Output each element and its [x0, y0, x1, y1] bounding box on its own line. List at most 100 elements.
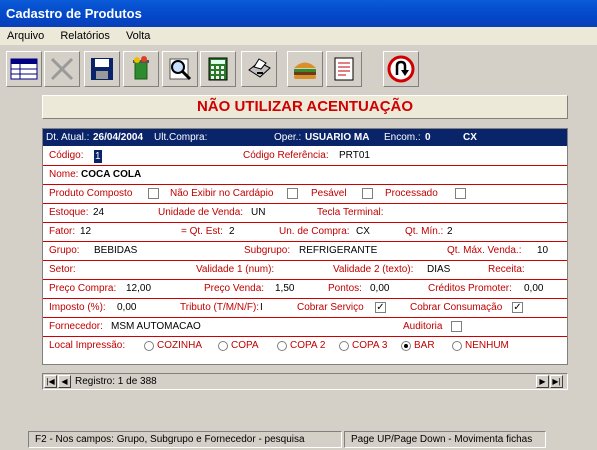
preco-compra-input[interactable]: 12,00	[126, 280, 151, 298]
first-record-button[interactable]: |◀	[44, 375, 57, 388]
unidade-venda-input[interactable]: UN	[251, 204, 265, 222]
produto-composto-checkbox[interactable]	[148, 188, 159, 199]
menu-volta[interactable]: Volta	[126, 30, 150, 42]
table-button[interactable]	[6, 51, 42, 87]
radio-copa2[interactable]	[277, 341, 287, 351]
window-title: Cadastro de Produtos	[0, 0, 597, 27]
fornecedor-input[interactable]: MSM AUTOMACAO	[111, 318, 201, 336]
subgrupo-input[interactable]: REFRIGERANTE	[299, 242, 377, 260]
pesavel-checkbox[interactable]	[362, 188, 373, 199]
record-counter: Registro: 1 de 388	[75, 376, 157, 387]
radio-nenhum-label[interactable]: NENHUM	[465, 337, 509, 355]
calculator-icon	[208, 57, 228, 81]
qt-min-input[interactable]: 2	[447, 223, 453, 241]
warning-banner: NÃO UTILIZAR ACENTUAÇÃO	[42, 95, 568, 119]
tecla-terminal-label: Tecla Terminal:	[317, 207, 384, 218]
cobrar-consumacao-label: Cobrar Consumação	[410, 302, 503, 313]
prev-record-button[interactable]: ◀	[58, 375, 71, 388]
print-button[interactable]	[241, 51, 277, 87]
validade2-input[interactable]: DIAS	[427, 261, 450, 279]
dt-atual-label: Dt. Atual.:	[46, 132, 90, 143]
radio-copa2-label[interactable]: COPA 2	[290, 337, 325, 355]
nome-input[interactable]: COCA COLA	[81, 166, 141, 184]
next-record-button[interactable]: ▶	[536, 375, 549, 388]
radio-copa[interactable]	[218, 341, 228, 351]
codigo-input[interactable]: 1	[94, 150, 102, 163]
row-flags: Produto Composto Não Exibir no Cardápio …	[43, 185, 567, 204]
radio-copa-label[interactable]: COPA	[231, 337, 259, 355]
menu-relatorios[interactable]: Relatórios	[60, 30, 110, 42]
first-icon: |◀	[46, 377, 55, 386]
oper-label: Oper.:	[274, 132, 302, 143]
print-icon	[248, 58, 271, 78]
preco-venda-label: Preço Venda:	[204, 283, 265, 294]
next-icon: ▶	[539, 377, 546, 386]
burger-icon	[294, 62, 316, 79]
receita-label: Receita:	[488, 264, 525, 275]
record-navigator: |◀ ◀ Registro: 1 de 388 ▶ ▶|	[42, 373, 568, 390]
report-button[interactable]	[326, 51, 362, 87]
un-compra-input[interactable]: CX	[356, 223, 370, 241]
encom-label: Encom.:	[384, 132, 421, 143]
calculator-button[interactable]	[200, 51, 236, 87]
last-record-button[interactable]: ▶|	[550, 375, 563, 388]
delete-button[interactable]	[123, 51, 159, 87]
menu-bar: Arquivo Relatórios Volta	[0, 27, 597, 45]
auditoria-label: Auditoria	[403, 321, 443, 332]
cobrar-consumacao-checkbox[interactable]: ✓	[512, 302, 523, 313]
ult-compra-label: Ult.Compra:	[154, 132, 208, 143]
row-fator: Fator: 12 = Qt. Est: 2 Un. de Compra: CX…	[43, 223, 567, 242]
prev-icon: ◀	[61, 377, 68, 386]
radio-copa3[interactable]	[339, 341, 349, 351]
cancel-button[interactable]	[44, 51, 80, 87]
qt-min-label: Qt. Mín.:	[405, 226, 444, 237]
nao-exibir-checkbox[interactable]	[287, 188, 298, 199]
cancel-x-icon	[50, 57, 74, 81]
qt-max-input[interactable]: 10	[537, 242, 548, 260]
radio-cozinha[interactable]	[144, 341, 154, 351]
codigo-ref-input[interactable]: PRT01	[339, 147, 370, 165]
processado-checkbox[interactable]	[455, 188, 466, 199]
save-floppy-icon	[91, 58, 113, 80]
creditos-input[interactable]: 0,00	[524, 280, 543, 298]
pontos-label: Pontos:	[328, 283, 362, 294]
product-form: Dt. Atual.: 26/04/2004 Ult.Compra: Oper.…	[42, 128, 568, 365]
status-hint-left: F2 - Nos campos: Grupo, Subgrupo e Forne…	[28, 431, 342, 448]
creditos-label: Créditos Promoter:	[428, 283, 512, 294]
auditoria-checkbox[interactable]	[451, 321, 462, 332]
radio-bar-label[interactable]: BAR	[414, 337, 435, 355]
products-button[interactable]	[287, 51, 323, 87]
table-icon	[10, 58, 38, 80]
fornecedor-label: Fornecedor:	[49, 321, 103, 332]
radio-cozinha-label[interactable]: COZINHA	[157, 337, 202, 355]
preco-venda-input[interactable]: 1,50	[275, 280, 294, 298]
estoque-input[interactable]: 24	[93, 204, 104, 222]
pesavel-label: Pesável	[311, 188, 347, 199]
qt-max-label: Qt. Máx. Venda.:	[447, 245, 522, 256]
imposto-input[interactable]: 0,00	[117, 299, 136, 317]
cobrar-servico-checkbox[interactable]: ✓	[375, 302, 386, 313]
imposto-label: Imposto (%):	[49, 302, 106, 313]
radio-bar[interactable]	[401, 341, 411, 351]
menu-arquivo[interactable]: Arquivo	[7, 30, 44, 42]
estoque-label: Estoque:	[49, 207, 89, 218]
radio-copa3-label[interactable]: COPA 3	[352, 337, 387, 355]
setor-label: Setor:	[49, 264, 76, 275]
validade2-label: Validade 2 (texto):	[333, 264, 414, 275]
fator-input[interactable]: 12	[80, 223, 91, 241]
row-setor: Setor: Validade 1 (num): Validade 2 (tex…	[43, 261, 567, 280]
fator-label: Fator:	[49, 226, 76, 237]
qt-est-input[interactable]: 2	[229, 223, 235, 241]
search-button[interactable]	[162, 51, 198, 87]
last-icon: ▶|	[552, 377, 561, 386]
return-button[interactable]	[383, 51, 419, 87]
preco-compra-label: Preço Compra:	[49, 283, 117, 294]
row-precos: Preço Compra: 12,00 Preço Venda: 1,50 Po…	[43, 280, 567, 299]
radio-nenhum[interactable]	[452, 341, 462, 351]
save-button[interactable]	[84, 51, 120, 87]
pontos-input[interactable]: 0,00	[370, 280, 389, 298]
un-compra-label: Un. de Compra:	[279, 226, 350, 237]
oper-value: USUARIO MA	[305, 132, 370, 143]
tributo-input[interactable]: I	[260, 299, 263, 317]
grupo-input[interactable]: BEBIDAS	[94, 242, 137, 260]
